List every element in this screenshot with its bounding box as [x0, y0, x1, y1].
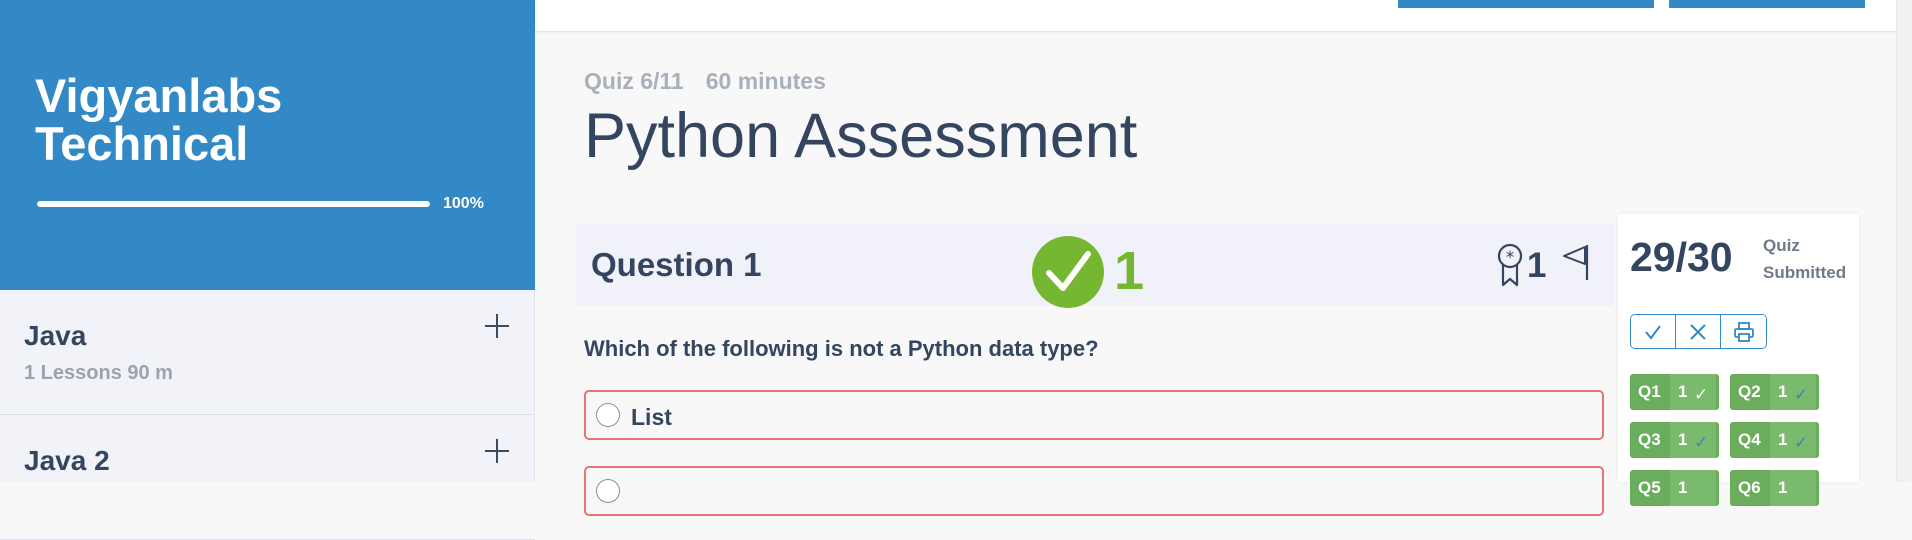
- section-title: Java 2: [24, 445, 110, 476]
- course-progress-bar: [37, 201, 430, 207]
- course-sidebar: Vigyanlabs Technical 100% Java 1 Lessons…: [0, 0, 535, 540]
- chip-check-icon: ✓: [1694, 433, 1709, 452]
- top-action-button-1[interactable]: [1398, 0, 1654, 8]
- chip-label: Q3: [1638, 430, 1661, 449]
- sidebar-section-java-2[interactable]: Java 2: [0, 415, 535, 540]
- question-chip-q5[interactable]: Q5 1: [1630, 470, 1719, 506]
- answer-option[interactable]: [584, 466, 1604, 516]
- course-title: Vigyanlabs Technical: [35, 69, 283, 170]
- answer-option[interactable]: List: [584, 390, 1604, 440]
- chip-label: Q6: [1738, 478, 1761, 497]
- section-meta: 1 Lessons 90 m: [24, 362, 173, 384]
- chip-check-icon: ✓: [1794, 433, 1809, 452]
- course-progress-label: 100%: [443, 195, 484, 212]
- chip-points-box: 1 ✓: [1770, 422, 1816, 458]
- question-chip-q2[interactable]: Q2 1 ✓: [1730, 374, 1819, 410]
- question-score: 1: [1114, 241, 1145, 301]
- radio-button[interactable]: [596, 479, 620, 503]
- chip-points: 1: [1678, 382, 1688, 401]
- result-toolbar: [1630, 314, 1767, 349]
- print-icon: [1733, 321, 1754, 342]
- chip-points: 1: [1778, 478, 1788, 497]
- svg-text:*: *: [1506, 248, 1515, 268]
- page-scrollbar[interactable]: [1896, 0, 1912, 482]
- chip-label: Q4: [1738, 430, 1761, 449]
- correct-check-icon: [1032, 236, 1104, 308]
- course-header: Vigyanlabs Technical 100%: [0, 0, 535, 290]
- question-chip-q3[interactable]: Q3 1 ✓: [1630, 422, 1719, 458]
- question-text: Which of the following is not a Python d…: [584, 336, 1099, 361]
- chip-points-box: 1: [1670, 470, 1716, 506]
- top-bar: [535, 0, 1896, 32]
- question-header: Question 1 1 * 1: [576, 224, 1614, 308]
- chip-points: 1: [1778, 382, 1788, 401]
- chip-check-icon: ✓: [1794, 385, 1809, 404]
- quiz-counter: Quiz 6/11: [584, 68, 684, 94]
- chip-points-box: 1: [1770, 470, 1816, 506]
- chip-points: 1: [1678, 430, 1688, 449]
- radio-button[interactable]: [596, 403, 620, 427]
- question-label: Question 1: [591, 246, 762, 283]
- page-title: Python Assessment: [584, 101, 1138, 171]
- course-progress-fill: [37, 201, 430, 207]
- question-points: 1: [1527, 246, 1547, 285]
- sidebar-section-java[interactable]: Java 1 Lessons 90 m: [0, 290, 535, 415]
- question-chip-q1[interactable]: Q1 1 ✓: [1630, 374, 1719, 410]
- chip-check-icon: ✓: [1694, 385, 1709, 404]
- result-score: 29/30: [1630, 234, 1733, 280]
- close-icon: [1690, 323, 1706, 340]
- chip-points: 1: [1778, 430, 1788, 449]
- check-icon: [1645, 324, 1661, 340]
- chip-points-box: 1 ✓: [1670, 374, 1716, 410]
- chip-label: Q1: [1638, 382, 1661, 401]
- show-correct-button[interactable]: [1631, 315, 1676, 348]
- answer-option-label: List: [631, 404, 672, 430]
- print-button[interactable]: [1721, 315, 1766, 348]
- expand-plus-icon[interactable]: [485, 439, 509, 463]
- award-ribbon-icon: *: [1497, 243, 1523, 287]
- expand-plus-icon[interactable]: [485, 314, 509, 338]
- result-status: Quiz Submitted: [1763, 236, 1847, 282]
- section-title: Java: [24, 320, 87, 351]
- chip-label: Q5: [1638, 478, 1661, 497]
- show-wrong-button[interactable]: [1676, 315, 1721, 348]
- chip-label: Q2: [1738, 382, 1761, 401]
- quiz-duration: 60 minutes: [705, 68, 826, 94]
- question-chip-q6[interactable]: Q6 1: [1730, 470, 1819, 506]
- flag-icon[interactable]: [1560, 242, 1590, 282]
- chip-points: 1: [1678, 478, 1688, 497]
- quiz-meta: Quiz 6/11 60 minutes: [584, 68, 826, 95]
- top-action-button-2[interactable]: [1669, 0, 1865, 8]
- chip-points-box: 1 ✓: [1770, 374, 1816, 410]
- chip-points-box: 1 ✓: [1670, 422, 1716, 458]
- result-panel: 29/30 Quiz Submitted Q1 1 ✓ Q2 1 ✓ Q3 1 …: [1618, 214, 1859, 506]
- question-chip-q4[interactable]: Q4 1 ✓: [1730, 422, 1819, 458]
